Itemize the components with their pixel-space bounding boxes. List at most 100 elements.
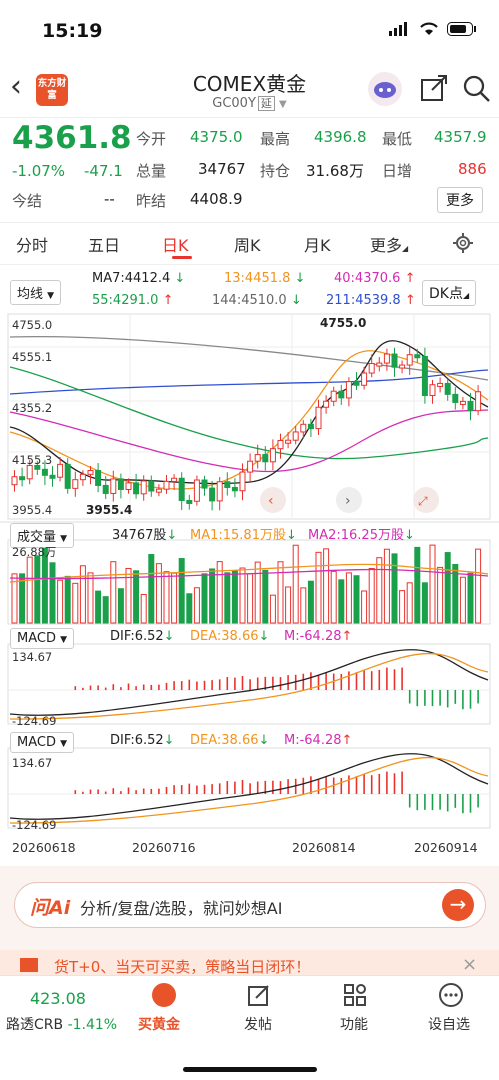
crb-index-label[interactable]: 路透CRB -1.41% — [6, 1014, 117, 1034]
ma144-value: 144:4510.0 ↓ — [212, 293, 302, 308]
functions-grid-icon — [344, 984, 366, 1006]
change-percent: -1.07% — [12, 162, 66, 180]
nav-post[interactable]: 发帖 — [244, 1014, 272, 1034]
volume-bar — [399, 590, 406, 624]
candle — [49, 474, 56, 479]
candle — [148, 480, 155, 492]
candle — [406, 354, 413, 366]
candle — [57, 463, 64, 478]
candle — [155, 488, 162, 493]
delayed-tag: 延 — [257, 96, 275, 111]
open-label: 今开 — [136, 130, 167, 148]
volume-bar — [201, 573, 208, 624]
candle — [277, 439, 284, 450]
nav-add-watchlist[interactable]: 设自选 — [428, 1014, 470, 1034]
assistant-avatar[interactable] — [368, 72, 402, 106]
volume-bar — [376, 557, 383, 624]
edit-post-icon — [248, 985, 269, 1006]
macd2-dea: DEA:38.66↓ — [190, 733, 270, 748]
nav-functions[interactable]: 功能 — [340, 1014, 368, 1034]
volume-bar — [330, 570, 337, 624]
volume-bars — [11, 544, 482, 624]
daily-inc-value: 886 — [458, 160, 487, 178]
volume-bar — [406, 582, 413, 624]
volume-bar — [72, 582, 79, 624]
candle — [353, 381, 360, 386]
candle — [444, 382, 451, 395]
candle — [262, 454, 269, 463]
volume-bar — [148, 554, 155, 624]
low-value: 4357.9 — [434, 128, 487, 146]
battery-icon — [447, 22, 476, 36]
candle — [467, 400, 474, 412]
candle — [292, 431, 299, 441]
volume-bar — [178, 558, 185, 624]
volume-bar — [277, 561, 284, 624]
tab-weekly-k[interactable]: 周K — [234, 232, 261, 256]
volume-bar — [79, 565, 86, 624]
volume-bar — [414, 546, 421, 624]
scroll-right-button[interactable]: › — [336, 487, 362, 513]
tab-intraday[interactable]: 分时 — [16, 232, 48, 256]
macd-histogram-2 — [74, 771, 479, 814]
volume-bar — [224, 572, 231, 624]
svg-text:⤢: ⤢ — [417, 494, 428, 508]
candle — [224, 481, 231, 488]
volume-bar — [140, 593, 147, 624]
robot-icon — [374, 82, 396, 98]
x-date-1: 20260618 — [12, 840, 76, 855]
nav-buy-gold[interactable]: 买黄金 — [138, 1014, 180, 1034]
candle — [429, 384, 436, 397]
candle — [239, 471, 246, 492]
y-label-3: 4355.2 — [12, 401, 52, 415]
ma40-value: 40:4370.6 ↑ — [334, 271, 416, 286]
volume-bar — [467, 572, 474, 624]
y-label-bottom: 3955.4 — [12, 503, 52, 517]
volume-value: 34767 — [198, 160, 246, 178]
candle — [87, 470, 94, 475]
macd2-bottom: -124.69 — [12, 818, 57, 832]
tab-daily-k[interactable]: 日K — [162, 232, 189, 256]
candle — [231, 486, 238, 492]
ai-go-arrow-icon[interactable]: → — [442, 889, 474, 921]
volume-bar — [444, 552, 451, 624]
volume-bar — [285, 586, 292, 624]
ma-type-select[interactable]: 均线 ▼ — [10, 280, 62, 305]
candle — [459, 400, 466, 405]
tab-five-day[interactable]: 五日 — [88, 232, 120, 256]
volume-bar — [163, 571, 170, 624]
volume-bar — [49, 562, 56, 624]
settings-gear-icon[interactable] — [452, 232, 474, 254]
candle — [79, 473, 86, 481]
y-label-top: 4755.0 — [12, 318, 52, 332]
close-icon[interactable]: × — [462, 954, 477, 975]
kline-chart[interactable]: 4755.0 4555.1 4355.2 4155.3 3955.4 4755.… — [0, 312, 499, 872]
crb-index-value[interactable]: 423.08 — [30, 989, 86, 1008]
candle — [285, 439, 292, 444]
dk-point-select[interactable]: DK点◢ — [422, 280, 477, 306]
fullscreen-button[interactable]: ⤢ — [413, 487, 439, 513]
macd-select-2[interactable]: MACD ▼ — [10, 732, 75, 753]
tab-more[interactable]: 更多◢ — [370, 232, 408, 256]
volume-bar — [307, 580, 314, 624]
candle — [11, 476, 18, 486]
macd2-m: M:-64.28↑ — [284, 733, 353, 748]
candle — [216, 481, 223, 502]
megaphone-icon — [20, 958, 38, 972]
volume-axis-max: 26.88万 — [12, 545, 57, 559]
macd2-top: 134.67 — [12, 756, 53, 770]
volume-bar — [269, 594, 276, 624]
volume-bar — [117, 588, 124, 624]
prev-settle-value: 4408.9 — [190, 190, 243, 208]
more-button[interactable]: 更多 — [437, 187, 483, 213]
search-icon[interactable] — [462, 74, 492, 104]
volume-bar — [193, 587, 200, 624]
share-icon[interactable] — [420, 74, 448, 102]
candle — [421, 355, 428, 397]
scroll-left-button[interactable]: ‹ — [260, 487, 286, 513]
candle — [64, 463, 71, 489]
volume-bar — [110, 561, 117, 624]
candle — [475, 391, 482, 412]
macd-select-1[interactable]: MACD ▼ — [10, 628, 75, 649]
tab-monthly-k[interactable]: 月K — [304, 232, 331, 256]
